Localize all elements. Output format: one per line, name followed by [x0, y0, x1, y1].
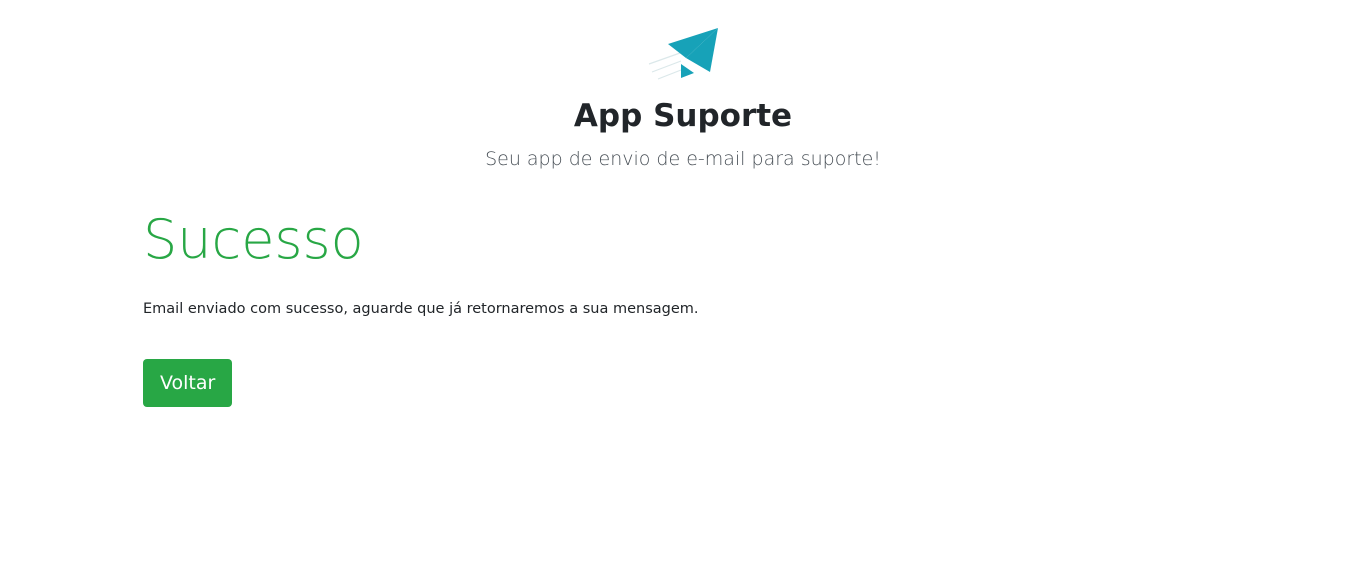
success-heading: Sucesso — [143, 208, 364, 271]
app-subtitle: Seu app de envio de e-mail para suporte! — [485, 148, 881, 170]
success-message: Email enviado com sucesso, aguarde que j… — [143, 301, 699, 317]
main-content: Sucesso Email enviado com sucesso, aguar… — [143, 200, 1223, 407]
app-title: App Suporte — [573, 98, 793, 134]
page: App Suporte Seu app de envio de e-mail p… — [0, 0, 1366, 576]
back-button[interactable]: Voltar — [143, 359, 233, 407]
paper-plane-icon — [648, 28, 718, 80]
